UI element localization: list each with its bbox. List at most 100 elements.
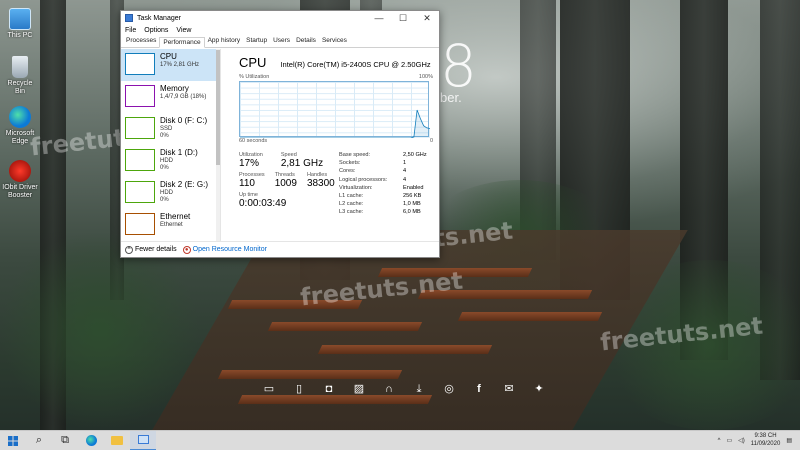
minimize-button[interactable]: — [367, 13, 391, 24]
task-view-icon: ⧉ [61, 434, 69, 446]
menu-view[interactable]: View [176, 27, 191, 34]
threads-value: 1009 [274, 178, 297, 189]
desktop-icon-edge[interactable]: Microsoft Edge [2, 106, 38, 146]
system-tray: ^ ▭ ◁) 9:38 CH 11/09/2020 ▤ [718, 433, 800, 447]
this-pc-icon [9, 8, 31, 30]
tab-services[interactable]: Services [319, 36, 350, 47]
window-title: Task Manager [137, 14, 181, 22]
resource-item-ethernet[interactable]: Ethernet Ethernet [121, 209, 220, 241]
sidebar-scrollbar[interactable] [216, 49, 220, 241]
search-icon: ⌕ [35, 434, 43, 446]
desktop-date: ber. [440, 90, 462, 105]
cpu-usage-area [240, 110, 430, 138]
resource-item-disk1[interactable]: Disk 1 (D:) HDD 0% [121, 145, 220, 177]
menu-file[interactable]: File [125, 27, 136, 34]
spec-value: 4 [403, 176, 407, 183]
cpu-utilization-graph [239, 81, 430, 138]
spec-value: 1 [403, 160, 407, 167]
resource-item-disk0[interactable]: Disk 0 (F: C:) SSD 0% [121, 113, 220, 145]
start-button[interactable] [0, 431, 26, 450]
chevron-up-icon[interactable]: ^ [718, 438, 721, 444]
spec-value: 6,0 MB [403, 209, 421, 216]
desktop-icon-driver-booster[interactable]: IObit Driver Booster [2, 160, 38, 200]
resource-item-disk2[interactable]: Disk 2 (E: G:) HDD 0% [121, 177, 220, 209]
resource-detail: 17% 2,81 GHz [160, 61, 200, 68]
task-manager-window[interactable]: Task Manager — ☐ ✕ File Options View Pro… [120, 10, 440, 258]
close-button[interactable]: ✕ [415, 13, 439, 24]
handles-value: 38300 [306, 178, 335, 189]
folder-icon [111, 436, 123, 445]
recycle-bin-icon [12, 56, 28, 78]
save-icon[interactable]: ◘ [322, 382, 336, 396]
volume-icon[interactable]: ◁) [738, 437, 745, 444]
menu-options[interactable]: Options [144, 27, 168, 34]
taskbar-clock[interactable]: 9:38 CH 11/09/2020 [751, 433, 781, 447]
spec-label: Virtualization: [339, 184, 373, 191]
maximize-button[interactable]: ☐ [391, 13, 415, 24]
spec-label: L3 cache: [339, 209, 364, 216]
spec-value: 1,0 MB [403, 201, 421, 208]
tab-startup[interactable]: Startup [243, 36, 270, 47]
spec-label: Sockets: [339, 160, 361, 167]
speed-value: 2,81 GHz [280, 158, 324, 169]
taskbar-task-manager[interactable] [130, 430, 156, 450]
open-resource-monitor-link[interactable]: ● Open Resource Monitor [182, 245, 267, 254]
uptime-value: 0:00:03:49 [239, 198, 287, 209]
mail-icon[interactable]: ✉ [502, 382, 516, 396]
document-icon[interactable]: ▯ [292, 382, 306, 396]
disk-thumbnail [125, 181, 155, 203]
download-icon[interactable]: ⤓ [412, 382, 426, 396]
chevron-up-icon: ^ [125, 245, 133, 254]
ethernet-thumbnail [125, 213, 155, 235]
resource-detail: SSD [160, 125, 173, 132]
graph-max-label: 100% [418, 74, 433, 80]
desktop-icon-label: This PC [7, 32, 33, 39]
resource-monitor-icon: ● [182, 245, 191, 254]
headphones-icon[interactable]: ∩ [382, 382, 396, 396]
search-button[interactable]: ⌕ [26, 431, 52, 450]
spec-value: Enabled [403, 184, 424, 191]
tab-processes[interactable]: Processes [123, 36, 159, 47]
taskbar-time: 9:38 CH [754, 433, 777, 440]
dock-bar: ▭ ▯ ◘ ▨ ∩ ⤓ ◎ f ✉ ✦ [262, 382, 546, 396]
puzzle-icon[interactable]: ✦ [532, 382, 546, 396]
resource-detail: 0% [160, 164, 169, 171]
fewer-details-label: Fewer details [135, 246, 177, 253]
network-icon[interactable]: ▭ [726, 437, 732, 444]
resource-name: Disk 0 (F: C:) [160, 116, 208, 125]
resource-name: CPU [160, 52, 177, 61]
cpu-specs: Base speed: 2,50 GHz Sockets: 1 Cores: 4 Lo… [339, 152, 433, 218]
desktop-icon-this-pc[interactable]: This PC [2, 8, 38, 40]
tab-performance[interactable]: Performance [159, 37, 205, 48]
cpu-thumbnail [125, 53, 155, 75]
fewer-details-button[interactable]: ^ Fewer details [125, 245, 177, 254]
title-bar[interactable]: Task Manager — ☐ ✕ [121, 11, 439, 25]
resource-name: Memory [160, 84, 189, 93]
facebook-icon[interactable]: f [472, 382, 486, 396]
desktop-icon-recycle-bin[interactable]: Recycle Bin [2, 56, 38, 96]
chrome-icon[interactable]: ◎ [442, 382, 456, 396]
disk-thumbnail [125, 117, 155, 139]
tab-details[interactable]: Details [293, 36, 319, 47]
tab-strip: Processes Performance App history Startu… [121, 36, 439, 48]
task-view-button[interactable]: ⧉ [52, 431, 78, 450]
spec-value: 256 KB [403, 192, 422, 199]
tab-users[interactable]: Users [270, 36, 293, 47]
monitor-icon[interactable]: ▭ [262, 382, 276, 396]
resource-item-cpu[interactable]: CPU 17% 2,81 GHz [121, 49, 220, 81]
taskbar-explorer[interactable] [104, 431, 130, 450]
cpu-panel: CPU Intel(R) Core(TM) i5-2400S CPU @ 2.5… [221, 49, 439, 241]
spec-label: Base speed: [339, 152, 371, 158]
graph-time-label: 60 seconds [239, 138, 268, 144]
notification-icon[interactable]: ▤ [786, 437, 792, 444]
processes-value: 110 [239, 178, 255, 189]
spec-value: 4 [403, 168, 407, 175]
tab-app-history[interactable]: App history [205, 36, 244, 47]
resource-item-memory[interactable]: Memory 1,4/7,9 GB (18%) [121, 81, 220, 113]
image-icon[interactable]: ▨ [352, 382, 366, 396]
resource-name: Disk 1 (D:) [160, 148, 198, 157]
taskbar-edge[interactable] [78, 431, 104, 450]
desktop-icon-label: Recycle Bin [7, 80, 33, 96]
task-manager-icon [137, 435, 149, 444]
cpu-graph-svg [240, 109, 430, 138]
